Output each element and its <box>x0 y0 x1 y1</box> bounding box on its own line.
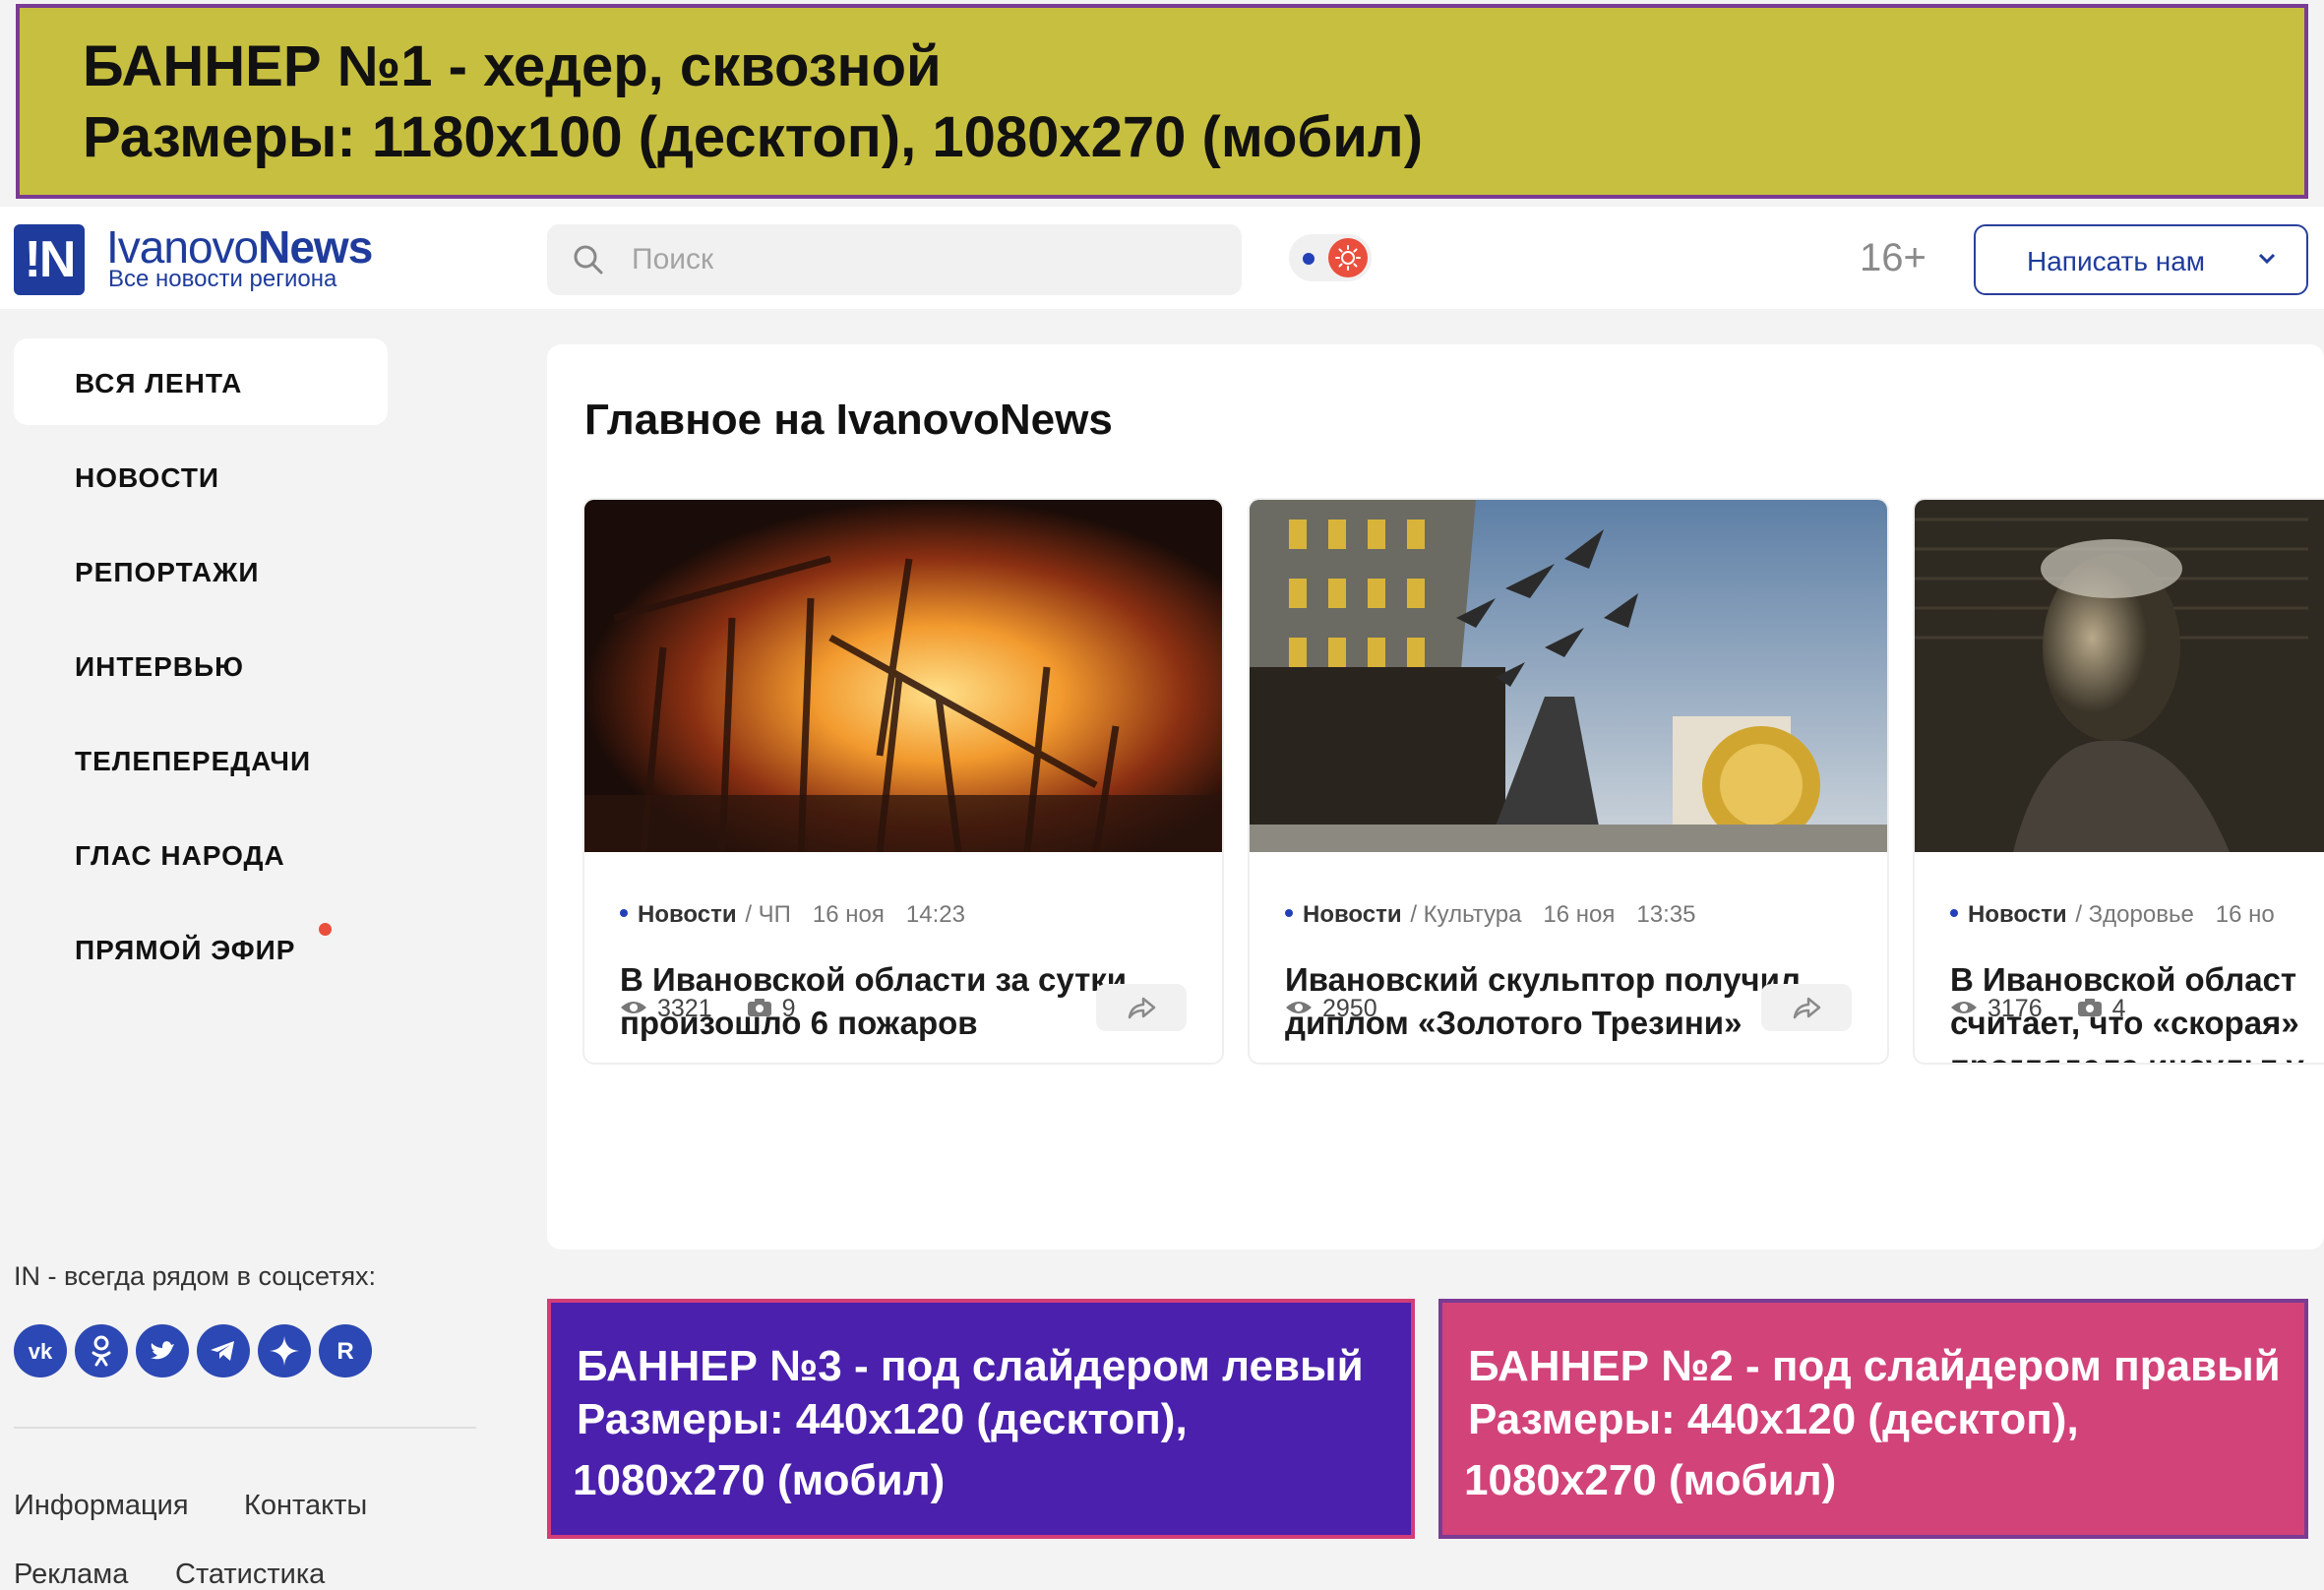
news-category[interactable]: Новости <box>638 901 737 928</box>
camera-icon <box>747 999 771 1017</box>
sidebar-item-label: ГЛАС НАРОДА <box>75 840 285 871</box>
sun-icon <box>1328 238 1368 277</box>
sidebar-item-tv-shows[interactable]: ТЕЛЕПЕРЕДАЧИ <box>14 716 388 803</box>
zen-icon[interactable] <box>258 1324 311 1377</box>
camera-icon <box>2077 999 2102 1017</box>
news-image-fire <box>584 500 1222 852</box>
news-card[interactable]: Новости / Культура 16 ноя 13:35 Ивановский… <box>1248 498 1889 1065</box>
eye-icon <box>1951 1002 1977 1014</box>
share-icon <box>1793 997 1821 1019</box>
news-card[interactable]: Новости / Здоровье 16 но В Ивановской обл… <box>1913 498 2324 1065</box>
main-section: Главное на IvanovoNews Новости / ЧП 16 н… <box>547 344 2324 1250</box>
sidebar-item-label: РЕПОРТАЖИ <box>75 557 260 587</box>
banner-right[interactable]: БАННЕР №2 - под слайдером правый Размеры… <box>1438 1299 2308 1539</box>
sidebar-item-interviews[interactable]: ИНТЕРВЬЮ <box>14 622 388 708</box>
share-button[interactable] <box>1761 984 1852 1031</box>
share-button[interactable] <box>1096 984 1187 1031</box>
photos-count: 4 <box>2111 995 2126 1022</box>
theme-toggle[interactable] <box>1289 234 1372 281</box>
vk-icon[interactable]: vk <box>14 1324 67 1377</box>
footer-link-stats[interactable]: Статистика <box>175 1559 325 1590</box>
sidebar-item-label: НОВОСТИ <box>75 462 220 493</box>
news-meta: Новости / Культура 16 ноя 13:35 <box>1285 901 1695 929</box>
write-us-label: Написать нам <box>2027 246 2206 276</box>
toggle-dot <box>1303 253 1315 265</box>
news-time: 14:23 <box>905 901 965 928</box>
header-banner[interactable]: БАННЕР №1 - хедер, сквозной Размеры: 118… <box>16 4 2308 199</box>
eye-icon <box>621 1002 646 1014</box>
logo-tagline: Все новости региона <box>108 266 337 292</box>
news-meta: Новости / Здоровье 16 но <box>1950 901 2275 929</box>
odnoklassniki-icon[interactable] <box>75 1324 128 1377</box>
age-rating: 16+ <box>1860 236 1926 279</box>
live-indicator <box>319 923 332 936</box>
sidebar-item-label: ВСЯ ЛЕНТА <box>75 368 243 398</box>
chevron-down-icon <box>2258 253 2276 265</box>
news-category[interactable]: Новости <box>1303 901 1402 928</box>
banner-sizes-mobile: 1080x270 (мобил) <box>573 1456 946 1504</box>
page: БАННЕР №1 - хедер, сквозной Размеры: 118… <box>0 0 2324 1590</box>
banner-left[interactable]: БАННЕР №3 - под слайдером левый Размеры:… <box>547 1299 1415 1539</box>
logo-icon[interactable]: !N <box>14 224 85 295</box>
views-count: 2950 <box>1322 995 1377 1022</box>
news-image-sculpture <box>1250 500 1887 852</box>
rutube-icon[interactable]: R <box>319 1324 372 1377</box>
twitter-icon[interactable] <box>136 1324 189 1377</box>
footer-link-ads[interactable]: Реклама <box>14 1559 128 1590</box>
news-date: 16 ноя <box>1543 901 1616 928</box>
svg-text:vk: vk <box>29 1339 53 1364</box>
news-date: 16 но <box>2215 901 2275 928</box>
news-meta: Новости / ЧП 16 ноя 14:23 <box>620 901 965 929</box>
banner-sizes: Размеры: 440x120 (десктоп), <box>1468 1395 2079 1443</box>
footer-link-info[interactable]: Информация <box>14 1490 189 1522</box>
news-category[interactable]: Новости <box>1968 901 2067 928</box>
sidebar-item-label: ПРЯМОЙ ЭФИР <box>75 935 296 965</box>
share-icon <box>1128 997 1156 1019</box>
telegram-icon[interactable] <box>197 1324 250 1377</box>
news-stats: 3176 4 <box>1950 995 2125 1023</box>
svg-text:R: R <box>336 1338 353 1365</box>
news-stats: 2950 <box>1285 995 1377 1023</box>
site-header: !N IvanovoNews Все новости региона 16+ Н… <box>0 207 2324 309</box>
banner-sizes-mobile: 1080x270 (мобил) <box>1464 1456 1837 1504</box>
banner-sizes: Размеры: 1180x100 (десктоп), 1080x270 (м… <box>83 105 1424 169</box>
sidebar-item-all-feed[interactable]: ВСЯ ЛЕНТА <box>14 338 388 425</box>
banner-title: БАННЕР №1 - хедер, сквозной <box>83 34 942 98</box>
news-subcategory[interactable]: / Здоровье <box>2075 901 2193 928</box>
views-count: 3321 <box>657 995 712 1022</box>
footer-link-contacts[interactable]: Контакты <box>244 1490 367 1522</box>
section-title: Главное на IvanovoNews <box>584 396 1113 444</box>
write-us-button[interactable]: Написать нам <box>1974 224 2308 295</box>
sidebar-item-label: ИНТЕРВЬЮ <box>75 651 245 682</box>
news-card[interactable]: Новости / ЧП 16 ноя 14:23 В Ивановской обл… <box>582 498 1224 1065</box>
news-subcategory[interactable]: / ЧП <box>745 901 791 928</box>
eye-icon <box>1286 1002 1312 1014</box>
sidebar-divider <box>14 1427 476 1429</box>
photos-count: 9 <box>781 995 796 1022</box>
sidebar-item-reports[interactable]: РЕПОРТАЖИ <box>14 527 388 614</box>
banner-title: БАННЕР №2 - под слайдером правый <box>1468 1342 2281 1390</box>
views-count: 3176 <box>1988 995 2043 1022</box>
news-subcategory[interactable]: / Культура <box>1410 901 1521 928</box>
social-title: IN - всегда рядом в соцсетях: <box>14 1261 377 1291</box>
sidebar-item-live[interactable]: ПРЯМОЙ ЭФИР <box>14 905 388 992</box>
search-icon <box>574 245 603 275</box>
sidebar-item-label: ТЕЛЕПЕРЕДАЧИ <box>75 746 312 776</box>
search-box[interactable] <box>547 224 1242 295</box>
sidebar-item-voice-of-people[interactable]: ГЛАС НАРОДА <box>14 811 388 897</box>
news-time: 13:35 <box>1636 901 1696 928</box>
news-stats: 3321 9 <box>620 995 795 1023</box>
banner-sizes: Размеры: 440x120 (десктоп), <box>577 1395 1188 1443</box>
news-image-portrait <box>1915 500 2324 852</box>
sidebar-item-news[interactable]: НОВОСТИ <box>14 433 388 520</box>
banner-title: БАННЕР №3 - под слайдером левый <box>577 1342 1364 1390</box>
news-date: 16 ноя <box>812 901 885 928</box>
search-input[interactable] <box>632 238 1202 281</box>
